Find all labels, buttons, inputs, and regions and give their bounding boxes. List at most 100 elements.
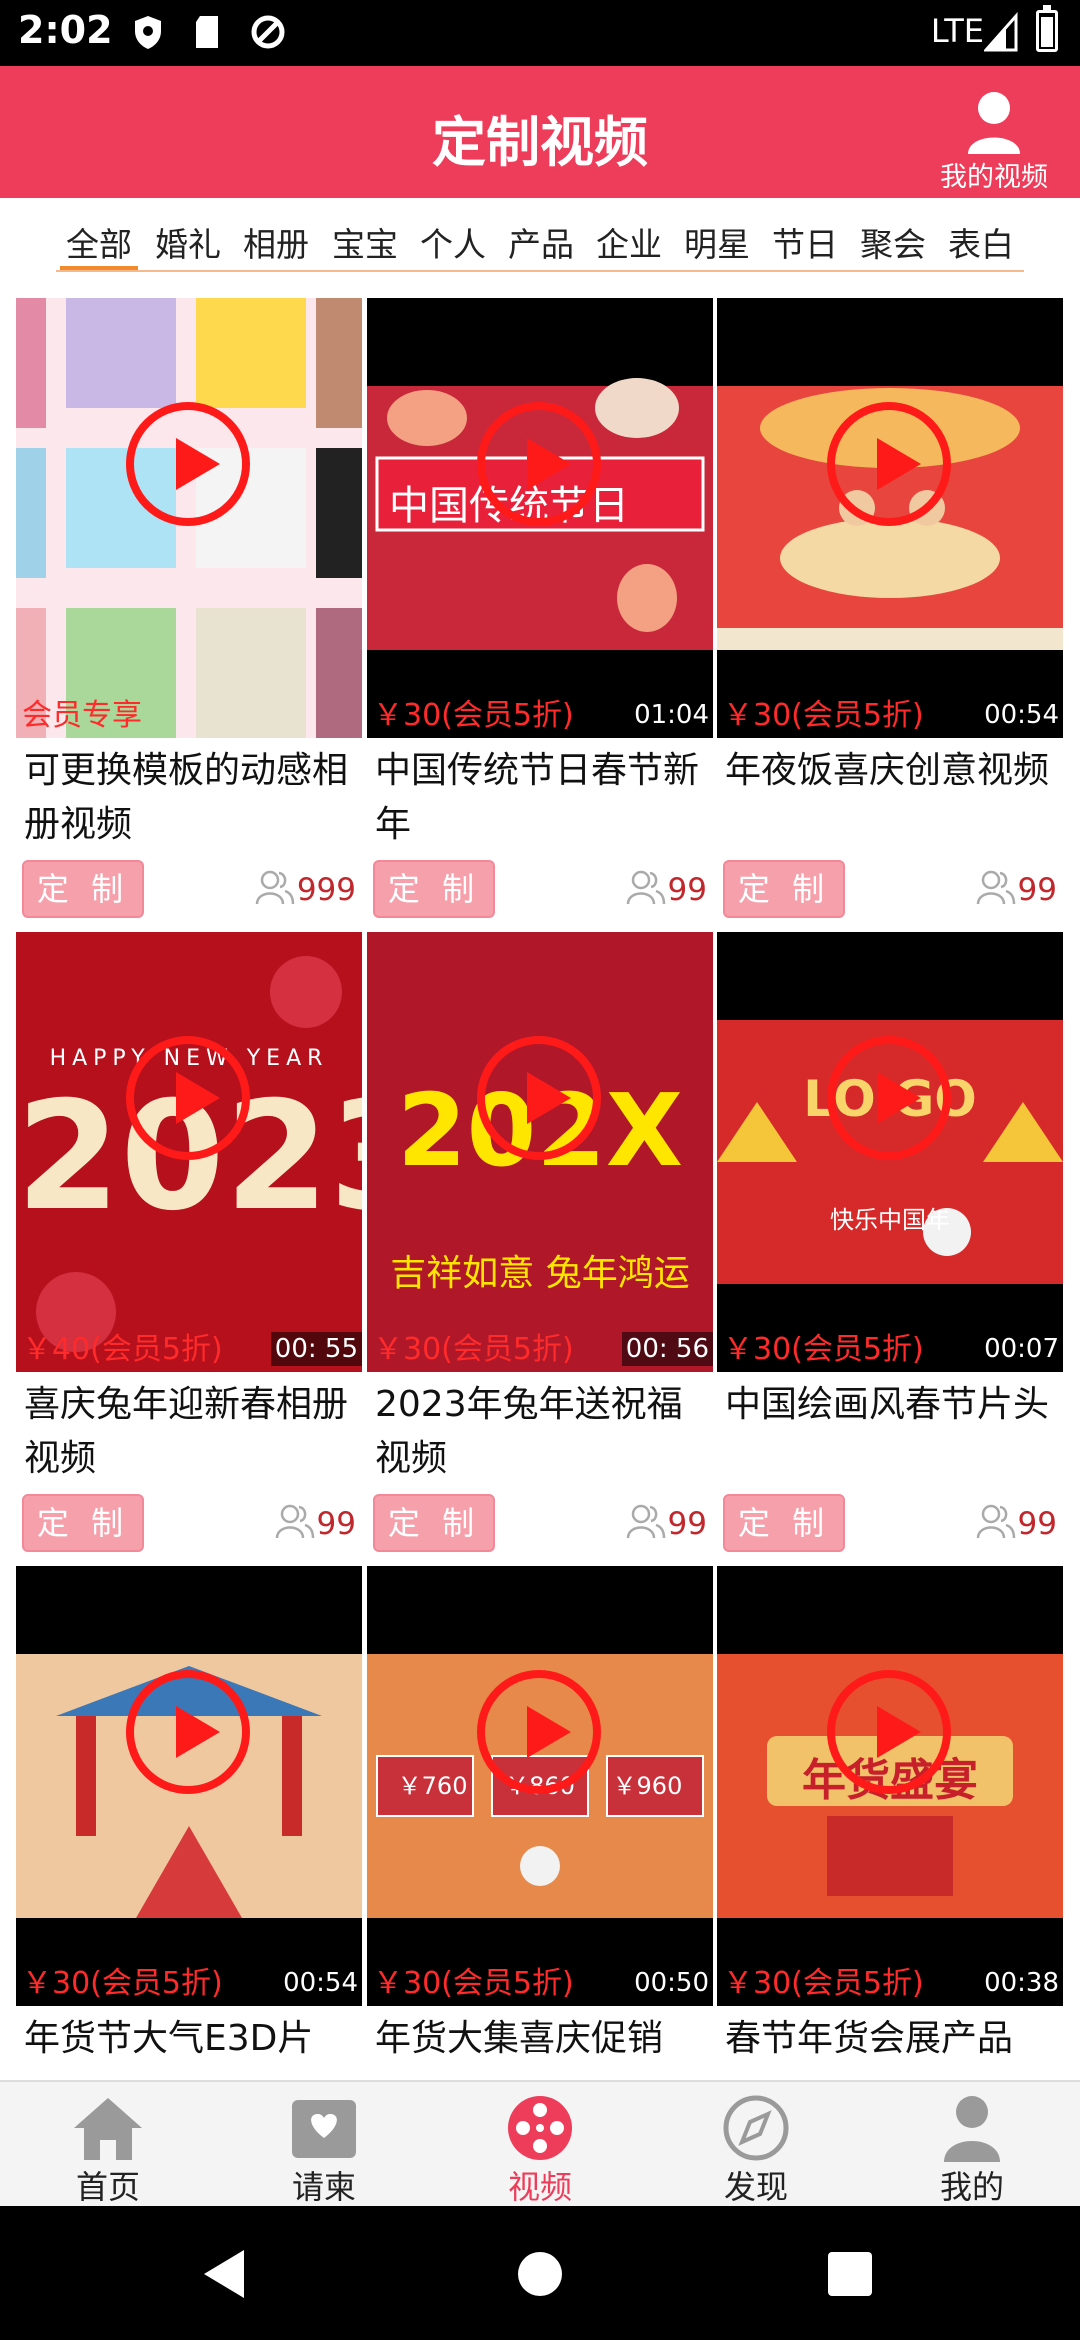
- video-thumbnail[interactable]: LO GO 快乐中国年 ￥30(会员5折) 00:07: [717, 932, 1063, 1372]
- video-thumbnail[interactable]: ￥30(会员5折) 00:54: [717, 298, 1063, 738]
- video-title[interactable]: 年夜饭喜庆创意视频: [725, 744, 1065, 798]
- tab-wedding[interactable]: 婚礼: [155, 218, 221, 266]
- tab-all[interactable]: 全部: [60, 218, 138, 270]
- video-thumbnail[interactable]: ￥760 ￥860 ￥960 ￥30(会员5折) 00:50: [367, 1566, 713, 2006]
- tab-product[interactable]: 产品: [508, 218, 574, 266]
- tab-baby[interactable]: 宝宝: [332, 218, 398, 266]
- play-icon[interactable]: [126, 1670, 250, 1794]
- duration-label: 00: 55: [270, 1332, 362, 1366]
- nav-invitation-label: 请柬: [291, 2168, 356, 2206]
- person-icon: [944, 2096, 1000, 2162]
- video-card[interactable]: 中国传统节日 ￥30(会员5折) 01:04 中国传统节日春节新年 定 制 99: [367, 288, 713, 922]
- category-tabs: 全部 婚礼 相册 宝宝 个人 产品 企业 明星 节日 聚会 表白: [0, 198, 1080, 288]
- customize-button[interactable]: 定 制: [723, 860, 845, 918]
- price-label: ￥30(会员5折): [22, 1966, 223, 2001]
- system-navigation-bar: [0, 2206, 1080, 2340]
- sd-card-icon: [196, 16, 218, 48]
- video-card[interactable]: ￥30(会员5折) 00:54 年货节大气E3D片: [16, 1556, 362, 2080]
- customize-button[interactable]: 定 制: [373, 860, 495, 918]
- video-card[interactable]: 年货盛宴 ￥30(会员5折) 00:38 春节年货会展产品: [717, 1556, 1063, 2080]
- duration-label: 00:38: [980, 1966, 1063, 2000]
- video-card[interactable]: 202X 吉祥如意 兔年鸿运 ￥30(会员5折) 00: 56 2023年兔年送…: [367, 922, 713, 1556]
- price-label: ￥30(会员5折): [373, 1966, 574, 2001]
- users-icon: [275, 1504, 314, 1539]
- video-title[interactable]: 年货大集喜庆促销: [375, 2012, 715, 2066]
- video-thumbnail[interactable]: HAPPY NEW YEAR 2023 ￥40(会员5折) 00: 55: [16, 932, 362, 1372]
- thumbnail-subtext: 吉祥如意 兔年鸿运: [390, 1253, 690, 1294]
- video-card[interactable]: 会员专享 可更换模板的动感相册视频 定 制 999: [16, 288, 362, 922]
- user-count-value: 99: [667, 1506, 707, 1542]
- user-count-value: 99: [316, 1506, 356, 1542]
- user-count: 99: [626, 868, 707, 912]
- shield-icon: [135, 16, 161, 49]
- price-label: ￥30(会员5折): [373, 1332, 574, 1367]
- price-label: ￥40(会员5折): [22, 1332, 223, 1367]
- users-icon: [626, 1504, 665, 1539]
- tab-festival[interactable]: 节日: [772, 218, 838, 266]
- play-icon[interactable]: [126, 402, 250, 526]
- user-count-value: 999: [296, 872, 356, 908]
- customize-button[interactable]: 定 制: [22, 860, 144, 918]
- tab-enterprise[interactable]: 企业: [596, 218, 662, 266]
- video-title[interactable]: 年货节大气E3D片: [24, 2012, 364, 2066]
- price-label: 会员专享: [22, 698, 142, 733]
- play-icon[interactable]: [477, 1670, 601, 1794]
- user-count: 99: [976, 1502, 1057, 1546]
- tabs-divider: [56, 270, 1024, 272]
- video-thumbnail[interactable]: 202X 吉祥如意 兔年鸿运 ￥30(会员5折) 00: 56: [367, 932, 713, 1372]
- tab-party[interactable]: 聚会: [860, 218, 926, 266]
- my-video-button[interactable]: 我的视频: [916, 90, 1072, 194]
- tab-star[interactable]: 明星: [684, 218, 750, 266]
- recents-icon[interactable]: [818, 2242, 882, 2306]
- duration-label: 00:54: [980, 698, 1063, 732]
- nav-mine[interactable]: 我的: [864, 2082, 1080, 2208]
- video-title[interactable]: 中国绘画风春节片头: [725, 1378, 1065, 1432]
- play-icon[interactable]: [827, 402, 951, 526]
- play-icon[interactable]: [477, 1036, 601, 1160]
- status-bar: 2:02 LTE: [0, 0, 1080, 66]
- video-card[interactable]: ￥30(会员5折) 00:54 年夜饭喜庆创意视频 定 制 99: [717, 288, 1063, 922]
- nav-invitation[interactable]: 请柬: [216, 2082, 432, 2208]
- nav-home[interactable]: 首页: [0, 2082, 216, 2208]
- battery-icon: [1036, 5, 1058, 52]
- home-button-icon[interactable]: [508, 2242, 572, 2306]
- video-thumbnail[interactable]: ￥30(会员5折) 00:54: [16, 1566, 362, 2006]
- bottom-navigation: 首页 请柬 视频 发现 我的: [0, 2080, 1080, 2206]
- back-icon[interactable]: [194, 2242, 258, 2306]
- duration-label: 00:54: [279, 1966, 362, 2000]
- nav-video[interactable]: 视频: [432, 2082, 648, 2208]
- tab-personal[interactable]: 个人: [420, 218, 486, 266]
- user-count: 999: [255, 868, 356, 912]
- users-icon: [976, 870, 1015, 905]
- play-icon[interactable]: [126, 1036, 250, 1160]
- nav-discover[interactable]: 发现: [648, 2082, 864, 2208]
- video-title[interactable]: 春节年货会展产品: [725, 2012, 1065, 2066]
- video-thumbnail[interactable]: 会员专享: [16, 298, 362, 738]
- video-card[interactable]: LO GO 快乐中国年 ￥30(会员5折) 00:07 中国绘画风春节片头 定 …: [717, 922, 1063, 1556]
- user-count: 99: [626, 1502, 707, 1546]
- compass-icon: [723, 2095, 789, 2161]
- video-card[interactable]: ￥760 ￥860 ￥960 ￥30(会员5折) 00:50 年货大集喜庆促销: [367, 1556, 713, 2080]
- user-count-value: 99: [1017, 1506, 1057, 1542]
- play-icon[interactable]: [827, 1670, 951, 1794]
- video-title[interactable]: 可更换模板的动感相册视频: [24, 744, 364, 852]
- customize-button[interactable]: 定 制: [22, 1494, 144, 1552]
- video-title[interactable]: 喜庆兔年迎新春相册视频: [24, 1378, 364, 1486]
- video-title[interactable]: 2023年兔年送祝福视频: [375, 1378, 715, 1486]
- play-icon[interactable]: [477, 402, 601, 526]
- person-icon: [968, 92, 1020, 154]
- tab-album[interactable]: 相册: [243, 218, 309, 266]
- users-icon: [626, 870, 665, 905]
- customize-button[interactable]: 定 制: [723, 1494, 845, 1552]
- duration-label: 00:50: [630, 1966, 713, 2000]
- status-time: 2:02: [18, 8, 113, 52]
- users-icon: [976, 1504, 1015, 1539]
- video-title[interactable]: 中国传统节日春节新年: [375, 744, 715, 852]
- play-icon[interactable]: [827, 1036, 951, 1160]
- customize-button[interactable]: 定 制: [373, 1494, 495, 1552]
- video-thumbnail[interactable]: 年货盛宴 ￥30(会员5折) 00:38: [717, 1566, 1063, 2006]
- video-grid: 会员专享 可更换模板的动感相册视频 定 制 999 中国传统节日 ￥30(会员5…: [0, 288, 1080, 2080]
- video-thumbnail[interactable]: 中国传统节日 ￥30(会员5折) 01:04: [367, 298, 713, 738]
- tab-confession[interactable]: 表白: [948, 218, 1014, 266]
- video-card[interactable]: HAPPY NEW YEAR 2023 ￥40(会员5折) 00: 55 喜庆兔…: [16, 922, 362, 1556]
